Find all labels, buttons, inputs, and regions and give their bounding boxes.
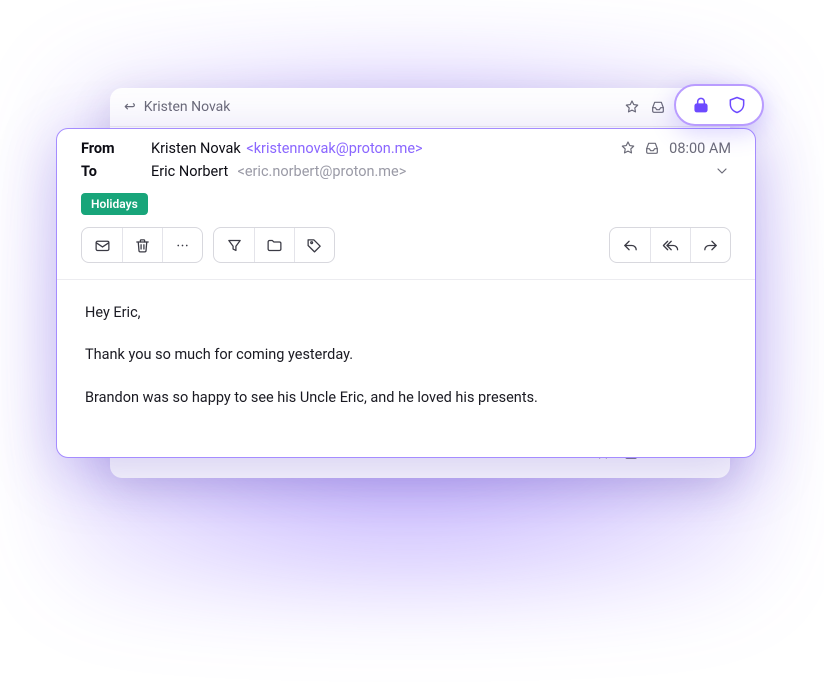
email-detail-card: From Kristen Novak <kristennovak@proton.… — [56, 128, 756, 458]
email-toolbar — [57, 221, 755, 280]
filter-button[interactable] — [214, 228, 254, 262]
label-tag[interactable]: Holidays — [81, 193, 148, 215]
email-body: Hey Eric, Thank you so much for coming y… — [57, 280, 755, 409]
more-button[interactable] — [162, 228, 202, 262]
security-badge-pill — [674, 84, 764, 126]
star-icon[interactable] — [619, 139, 637, 157]
background-email-header: ↩ Kristen Novak Ja — [110, 88, 730, 127]
from-address: <kristennovak@proton.me> — [243, 140, 423, 157]
reply-actions-group — [609, 227, 731, 263]
lock-icon — [690, 94, 712, 116]
to-row: To Eric Norbert <eric.norbert@proton.me> — [57, 160, 755, 183]
background-sender: Kristen Novak — [144, 99, 231, 115]
mark-unread-button[interactable] — [82, 228, 122, 262]
body-paragraph: Thank you so much for coming yesterday. — [85, 344, 727, 366]
reply-button[interactable] — [610, 228, 650, 262]
inbox-icon[interactable] — [643, 139, 661, 157]
forward-button[interactable] — [690, 228, 730, 262]
body-paragraph: Brandon was so happy to see his Uncle Er… — [85, 387, 727, 409]
from-label: From — [81, 140, 151, 157]
to-label: To — [81, 163, 151, 180]
reply-icon: ↩ — [124, 99, 136, 115]
primary-actions-group — [81, 227, 203, 263]
shield-icon — [726, 94, 748, 116]
from-name: Kristen Novak — [151, 140, 241, 157]
to-address: <eric.norbert@proton.me> — [230, 163, 406, 180]
trash-button[interactable] — [122, 228, 162, 262]
to-name: Eric Norbert — [151, 163, 228, 180]
organize-actions-group — [213, 227, 335, 263]
move-to-folder-button[interactable] — [254, 228, 294, 262]
reply-all-button[interactable] — [650, 228, 690, 262]
label-button[interactable] — [294, 228, 334, 262]
star-icon[interactable] — [623, 98, 641, 116]
chevron-down-icon[interactable] — [713, 162, 731, 180]
body-paragraph: Hey Eric, — [85, 302, 727, 324]
email-time: 08:00 AM — [669, 140, 731, 157]
from-row: From Kristen Novak <kristennovak@proton.… — [57, 129, 755, 160]
inbox-icon[interactable] — [649, 98, 667, 116]
